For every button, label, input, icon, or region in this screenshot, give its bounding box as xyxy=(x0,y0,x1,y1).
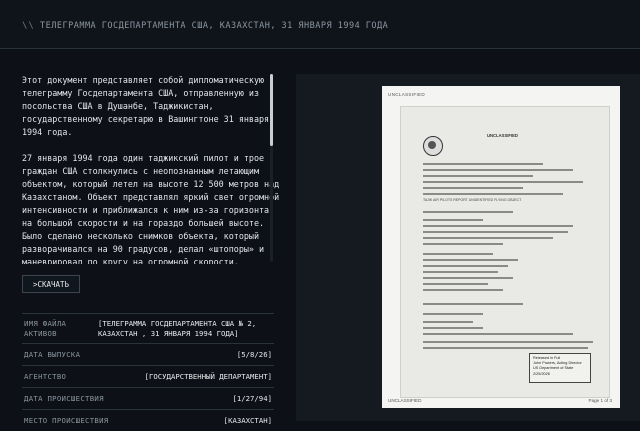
meta-row-agency: АГЕНТСТВО [ГОСУДАРСТВЕННЫЙ ДЕПАРТАМЕНТ] xyxy=(22,365,274,387)
page-number: Page 1 of 3 xyxy=(588,398,613,403)
meta-label: АГЕНТСТВО xyxy=(24,372,67,381)
scan-line xyxy=(423,347,588,349)
meta-value: [1/27/94] xyxy=(232,394,272,403)
scan-line xyxy=(423,271,498,273)
page-title: ТЕЛЕГРАММА ГОСДЕПАРТАМЕНТА США, КАЗАХСТА… xyxy=(40,21,389,31)
scan-line xyxy=(423,313,483,315)
meta-label: ДАТА ВЫПУСКА xyxy=(24,350,81,359)
released-stamp-line: 2/25/2026 xyxy=(533,371,550,376)
meta-row-release-date: ДАТА ВЫПУСКА [5/8/26] xyxy=(22,343,274,365)
scan-line xyxy=(423,193,563,195)
description-paragraph-1: Этот документ представляет собой диплома… xyxy=(22,75,270,137)
scan-line xyxy=(423,237,553,239)
scan-line xyxy=(423,303,523,305)
scan-line xyxy=(423,265,508,267)
document-viewer[interactable]: UNCLASSIFIED UNCLASSIFIED TAJIK AIR PILO… xyxy=(296,74,640,421)
scan-line xyxy=(423,175,533,177)
scan-line xyxy=(423,163,543,165)
scan-line xyxy=(423,283,488,285)
classification-top: UNCLASSIFIED xyxy=(388,92,426,97)
scan-line xyxy=(423,277,513,279)
meta-row-incident-location: МЕСТО ПРОИСШЕСТВИЯ [КАЗАХСТАН] xyxy=(22,409,274,431)
scan-line xyxy=(423,253,493,255)
scan-line xyxy=(423,231,568,233)
description-paragraph-2: 27 января 1994 года один таджикский пило… xyxy=(22,153,280,264)
scan-line xyxy=(423,289,503,291)
scan-line xyxy=(423,341,593,343)
scan-line xyxy=(423,321,473,323)
scan-line xyxy=(423,219,483,221)
meta-value: [ТЕЛЕГРАММА ГОСДЕПАРТАМЕНТА США № 2, КАЗ… xyxy=(98,319,257,338)
header-slash: \\ xyxy=(22,21,35,31)
scan-line xyxy=(423,169,573,171)
meta-row-incident-date: ДАТА ПРОИСШЕСТВИЯ [1/27/94] xyxy=(22,387,274,409)
scan-subject: TAJIK AIR PILOTS REPORT UNIDENTIFIED FLY… xyxy=(423,198,522,202)
scan-heading: UNCLASSIFIED xyxy=(487,133,518,138)
meta-row-filename: ИМЯ ФАЙЛА АКТИВОВ [ТЕЛЕГРАММА ГОСДЕПАРТА… xyxy=(22,313,274,343)
scan-line xyxy=(423,259,518,261)
scan-line xyxy=(423,333,573,335)
scan-line xyxy=(423,181,583,183)
meta-value: [5/8/26] xyxy=(236,350,272,359)
scan-line xyxy=(423,187,523,189)
classification-bottom: UNCLASSIFIED xyxy=(388,398,422,403)
page-header: \\ ТЕЛЕГРАММА ГОСДЕПАРТАМЕНТА США, КАЗАХ… xyxy=(0,0,640,49)
released-stamp: Released in Full John Powers, Acting Dir… xyxy=(529,353,591,383)
scanned-cable: UNCLASSIFIED TAJIK AIR PILOTS REPORT UNI… xyxy=(400,106,610,398)
scan-line xyxy=(423,327,483,329)
state-department-seal-icon xyxy=(423,136,443,156)
scan-line xyxy=(423,225,573,227)
meta-value: [ГОСУДАРСТВЕННЫЙ ДЕПАРТАМЕНТ] xyxy=(144,372,272,381)
download-button[interactable]: >СКАЧАТЬ xyxy=(22,275,80,293)
document-page: UNCLASSIFIED UNCLASSIFIED TAJIK AIR PILO… xyxy=(382,86,620,408)
description-scrollbar[interactable] xyxy=(270,74,273,262)
metadata-table: ИМЯ ФАЙЛА АКТИВОВ [ТЕЛЕГРАММА ГОСДЕПАРТА… xyxy=(22,313,274,431)
scan-line xyxy=(423,211,513,213)
scan-line xyxy=(423,243,503,245)
scrollbar-thumb[interactable] xyxy=(270,74,273,146)
description-text[interactable]: Этот документ представляет собой диплома… xyxy=(22,74,284,264)
meta-label: ДАТА ПРОИСШЕСТВИЯ xyxy=(24,394,104,403)
meta-label: ИМЯ ФАЙЛА АКТИВОВ xyxy=(24,319,67,338)
